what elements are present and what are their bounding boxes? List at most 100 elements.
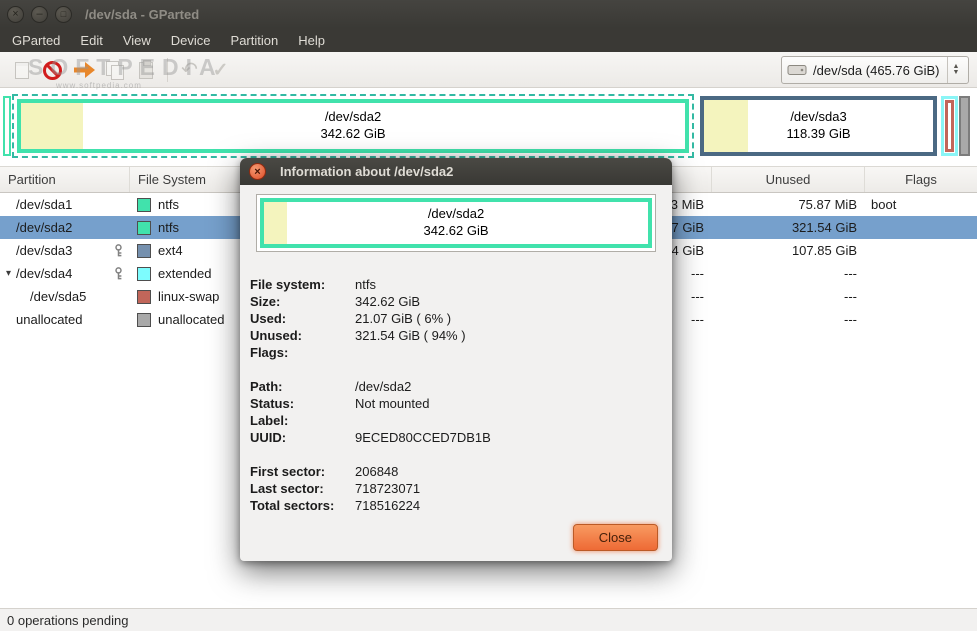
key-icon (113, 244, 124, 257)
dialog-titlebar[interactable]: × Information about /dev/sda2 (240, 158, 672, 185)
paste-button[interactable] (130, 56, 161, 84)
spinner-arrows-icon[interactable]: ▲▼ (947, 57, 963, 83)
menubar: GParted Edit View Device Partition Help (0, 28, 977, 52)
apply-button[interactable]: ✓ (205, 56, 236, 84)
partition-box: /dev/sda2 342.62 GiB (260, 198, 652, 248)
partition-graphic-sda2[interactable]: /dev/sda2 342.62 GiB (12, 94, 694, 158)
field-label: Total sectors: (250, 498, 355, 513)
field-value: Not mounted (355, 396, 429, 411)
partition-box-sda2: /dev/sda2 342.62 GiB (17, 99, 689, 153)
apply-icon: ✓ (213, 61, 229, 80)
flags-value: boot (865, 193, 977, 216)
field-label: Flags: (250, 345, 355, 360)
field-value: 9ECED80CCED7DB1B (355, 430, 491, 445)
dialog-close-button[interactable]: × (249, 163, 266, 180)
unused-value: 107.85 GiB (712, 239, 865, 262)
unused-value: --- (712, 262, 865, 285)
fs-color-swatch (137, 198, 151, 212)
field-value: 21.07 GiB ( 6% ) (355, 311, 451, 326)
column-header-unused[interactable]: Unused (712, 167, 865, 192)
menu-item-help[interactable]: Help (288, 30, 335, 51)
close-button[interactable]: Close (573, 524, 658, 551)
flags-value (865, 216, 977, 239)
column-header-partition[interactable]: Partition (0, 167, 130, 192)
partition-graphic-label: /dev/sda2 342.62 GiB (264, 202, 648, 244)
partition-name: /dev/sda5 (30, 289, 86, 304)
menu-item-edit[interactable]: Edit (70, 30, 112, 51)
titlebar[interactable]: × – □ /dev/sda - GParted (0, 0, 977, 28)
column-header-flags[interactable]: Flags (865, 167, 977, 192)
maximize-button[interactable]: □ (55, 6, 72, 23)
field-value: 342.62 GiB (355, 294, 420, 309)
menu-item-device[interactable]: Device (161, 30, 221, 51)
flags-value (865, 285, 977, 308)
column-header-filesystem[interactable]: File System (130, 167, 245, 192)
undo-icon: ↶ (181, 60, 198, 80)
partition-name: /dev/sda1 (16, 197, 72, 212)
field-label: Unused: (250, 328, 355, 343)
field-label: Size: (250, 294, 355, 309)
fs-name: ntfs (158, 197, 179, 212)
fs-name: ext4 (158, 243, 183, 258)
fs-color-swatch (137, 221, 151, 235)
field-label: Path: (250, 379, 355, 394)
partition-graphic-sda1[interactable] (3, 96, 11, 156)
fs-name: ntfs (158, 220, 179, 235)
dialog-title: Information about /dev/sda2 (280, 164, 453, 179)
new-partition-button[interactable] (6, 56, 37, 84)
info-dialog: × Information about /dev/sda2 /dev/sda2 … (240, 158, 672, 561)
undo-button[interactable]: ↶ (174, 56, 205, 84)
field-label: Used: (250, 311, 355, 326)
partition-graphic-label: /dev/sda2 342.62 GiB (21, 103, 685, 149)
close-button[interactable]: × (7, 6, 24, 23)
pending-operations-text: 0 operations pending (7, 613, 128, 628)
disk-visual-bar: /dev/sda2 342.62 GiB /dev/sda3 118.39 Gi… (0, 88, 977, 166)
field-label: Last sector: (250, 481, 355, 496)
partition-graphic-sda4-extended[interactable] (941, 96, 958, 156)
partition-name: /dev/sda4 (16, 266, 72, 281)
close-icon: × (254, 166, 260, 178)
partition-graphic-sda5[interactable] (945, 100, 954, 152)
expander-icon[interactable]: ▾ (2, 268, 15, 279)
copy-icon (106, 61, 123, 79)
unused-value: --- (712, 308, 865, 331)
copy-button[interactable] (99, 56, 130, 84)
toolbar: ↶ ✓ /dev/sda (465.76 GiB) ▲▼ (0, 52, 977, 88)
minimize-icon: – (36, 7, 42, 22)
flags-value (865, 308, 977, 331)
key-icon (113, 267, 124, 280)
hard-drive-icon (787, 62, 807, 78)
field-label: First sector: (250, 464, 355, 479)
fs-name: extended (158, 266, 212, 281)
partition-name: /dev/sda3 (16, 243, 72, 258)
close-icon: × (12, 7, 18, 22)
delete-partition-button[interactable] (37, 56, 68, 84)
field-value: 718516224 (355, 498, 420, 513)
maximize-icon: □ (61, 7, 66, 22)
field-label: Status: (250, 396, 355, 411)
window-title: /dev/sda - GParted (85, 7, 199, 22)
resize-move-button[interactable] (68, 56, 99, 84)
partition-info-fields: File system:ntfs Size:342.62 GiB Used:21… (250, 276, 672, 514)
minimize-button[interactable]: – (31, 6, 48, 23)
fs-name: unallocated (158, 312, 225, 327)
field-value: 206848 (355, 464, 398, 479)
menu-item-view[interactable]: View (113, 30, 161, 51)
flags-value (865, 262, 977, 285)
fs-color-swatch (137, 290, 151, 304)
field-label: Label: (250, 413, 355, 428)
fs-name: linux-swap (158, 289, 219, 304)
partition-name: /dev/sda2 (16, 220, 72, 235)
device-selector-value: /dev/sda (465.76 GiB) (813, 63, 939, 78)
delete-icon (43, 61, 62, 80)
menu-item-gparted[interactable]: GParted (2, 30, 70, 51)
menu-item-partition[interactable]: Partition (221, 30, 289, 51)
partition-graphic-unallocated[interactable] (959, 96, 970, 156)
partition-graphic-sda3[interactable]: /dev/sda3 118.39 GiB (700, 96, 937, 156)
partition-name: unallocated (16, 312, 83, 327)
field-value: /dev/sda2 (355, 379, 411, 394)
device-selector[interactable]: /dev/sda (465.76 GiB) ▲▼ (781, 56, 969, 84)
resize-arrow-icon (72, 60, 96, 80)
fs-color-swatch (137, 244, 151, 258)
field-label: UUID: (250, 430, 355, 445)
